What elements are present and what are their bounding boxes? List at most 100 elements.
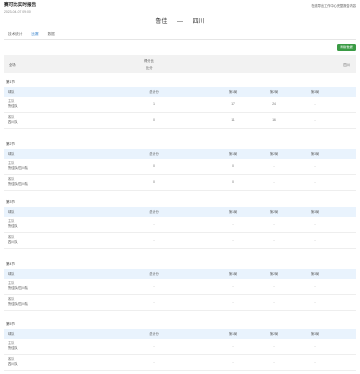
team-cell: 客队 四川队 <box>8 355 18 370</box>
set-3-cell: - <box>314 344 316 348</box>
column-set-2: 第2局 <box>269 152 279 157</box>
team-name: 鲁佳队 <box>8 103 18 108</box>
set-1-cell: - <box>232 300 234 304</box>
period-section: 第1节 球队 总计分 第1局 第2局 第3局 主队 鲁佳队 1 17 24 - 客队 四川队 0 11 16 - <box>4 77 356 129</box>
refresh-button[interactable]: 刷新数据 <box>337 44 356 51</box>
total-cell: 1 <box>153 102 155 106</box>
column-set-3: 第3局 <box>310 90 320 95</box>
column-set-2: 第2局 <box>269 332 279 337</box>
set-3-cell: - <box>314 180 316 184</box>
team-name: 四川队 <box>8 361 18 366</box>
column-team: 球队 <box>8 90 15 95</box>
report-date: 2023-04-07 09:00 <box>4 10 31 14</box>
period-section: 第3节 球队 总计分 第1局 第2局 第3局 主队 鲁佳队 - - - - 客队 四川队 - - - - <box>4 197 356 249</box>
period-title: 第2节 <box>6 142 15 146</box>
table-header: 球队 总计分 第1局 第2局 第3局 <box>4 329 356 339</box>
set-1-cell: - <box>232 284 234 288</box>
period-title: 第1节 <box>6 80 15 84</box>
table-row: 客队 四川队 - - - - <box>4 233 356 249</box>
set-3-cell: - <box>314 164 316 168</box>
team-name: 四川队 <box>8 119 18 124</box>
summary-bar: 全场 得分比 比分 四川 <box>4 55 356 73</box>
match-title: 鲁佳 — 四川 <box>0 16 360 25</box>
period-section: 第2节 球队 总计分 第1局 第2局 第3局 主队 鲁佳队/四川队 0 0- - 客队 鲁佳队/四川队 0… <box>4 139 356 191</box>
home-team: 鲁佳 <box>155 19 168 25</box>
column-team: 球队 <box>8 210 15 215</box>
summary-away: 四川 <box>343 63 350 67</box>
column-total: 总计分 <box>149 152 159 157</box>
column-total: 总计分 <box>149 272 159 277</box>
total-cell: - <box>153 344 155 348</box>
team-role: 主队 <box>8 160 15 165</box>
column-set-1: 第1局 <box>228 210 238 215</box>
total-cell: - <box>153 360 155 364</box>
team-role: 主队 <box>8 280 15 285</box>
team-cell: 客队 鲁佳队/四川队 <box>8 175 28 190</box>
team-cell: 客队 鲁佳队/四川队 <box>8 295 28 310</box>
set-2-cell: - <box>273 284 275 288</box>
column-set-3: 第3局 <box>310 210 320 215</box>
table-row: 客队 鲁佳队/四川队 - - - - <box>4 295 356 311</box>
team-role: 客队 <box>8 356 15 361</box>
set-2-cell: - <box>273 180 275 184</box>
column-set-2: 第2局 <box>269 210 279 215</box>
tab-divider <box>4 39 356 40</box>
vs-separator: — <box>177 19 183 25</box>
period-title: 第5节 <box>6 322 15 326</box>
table-row: 主队 鲁佳队/四川队 - - - - <box>4 279 356 295</box>
set-2-cell: - <box>273 344 275 348</box>
total-cell: 0 <box>153 118 155 122</box>
team-name: 鲁佳队/四川队 <box>8 165 29 170</box>
set-2-cell: 16 <box>272 118 276 122</box>
team-cell: 主队 鲁佳队/四川队 <box>8 279 28 294</box>
set-3-cell: - <box>314 360 316 364</box>
table-row: 客队 四川队 0 11 16 - <box>4 113 356 129</box>
set-2-cell: - <box>273 222 275 226</box>
period-title: 第3节 <box>6 200 15 204</box>
column-total: 总计分 <box>149 332 159 337</box>
team-name: 四川队 <box>8 239 18 244</box>
set-3-cell: - <box>314 102 316 106</box>
table-header: 球队 总计分 第1局 第2局 第3局 <box>4 269 356 279</box>
column-set-3: 第3局 <box>310 332 320 337</box>
total-cell: 0 <box>153 164 155 168</box>
set-1-cell: - <box>232 222 234 226</box>
total-cell: 0 <box>153 180 155 184</box>
away-team: 四川 <box>192 19 205 25</box>
column-total: 总计分 <box>149 90 159 95</box>
set-2-cell: - <box>273 300 275 304</box>
team-name: 鲁佳队/四川队 <box>8 285 29 290</box>
column-team: 球队 <box>8 332 15 337</box>
table-row: 客队 四川队 - - - - <box>4 355 356 371</box>
table-row: 主队 鲁佳队/四川队 0 0 - - <box>4 159 356 175</box>
column-team: 球队 <box>8 152 15 157</box>
team-name: 鲁佳队/四川队 <box>8 301 29 306</box>
team-role: 客队 <box>8 176 15 181</box>
table-row: 主队 鲁佳队 1 17 24 - <box>4 97 356 113</box>
period-section: 第4节 球队 总计分 第1局 第2局 第3局 主队 鲁佳队/四川队 - - - - 客队 鲁佳队/四川队 -… <box>4 259 356 311</box>
table-header: 球队 总计分 第1局 第2局 第3局 <box>4 207 356 217</box>
team-cell: 主队 鲁佳队 <box>8 97 18 112</box>
table-row: 主队 鲁佳队 - - - - <box>4 217 356 233</box>
team-cell: 主队 鲁佳队 <box>8 217 18 232</box>
set-3-cell: - <box>314 118 316 122</box>
column-total: 总计分 <box>149 210 159 215</box>
team-cell: 主队 鲁佳队 <box>8 339 18 354</box>
export-report-link[interactable]: 在线导出工作中心完整报告内容 <box>311 3 356 8</box>
total-cell: - <box>153 284 155 288</box>
column-set-1: 第1局 <box>228 272 238 277</box>
table-header: 球队 总计分 第1局 第2局 第3局 <box>4 149 356 159</box>
period-section: 第5节 球队 总计分 第1局 第2局 第3局 主队 鲁佳队 - - - - 客队 四川队 - - - - <box>4 319 356 371</box>
set-1-cell: - <box>232 344 234 348</box>
column-set-1: 第1局 <box>228 152 238 157</box>
set-2-cell: 24 <box>272 102 276 106</box>
set-1-cell: 17 <box>231 102 235 106</box>
team-name: 鲁佳队/四川队 <box>8 181 29 186</box>
column-set-2: 第2局 <box>269 90 279 95</box>
set-2-cell: - <box>273 360 275 364</box>
set-1-cell: 11 <box>231 118 235 122</box>
set-1-cell: 0 <box>232 164 234 168</box>
total-cell: - <box>153 238 155 242</box>
team-name: 鲁佳队 <box>8 223 18 228</box>
column-set-1: 第1局 <box>228 90 238 95</box>
